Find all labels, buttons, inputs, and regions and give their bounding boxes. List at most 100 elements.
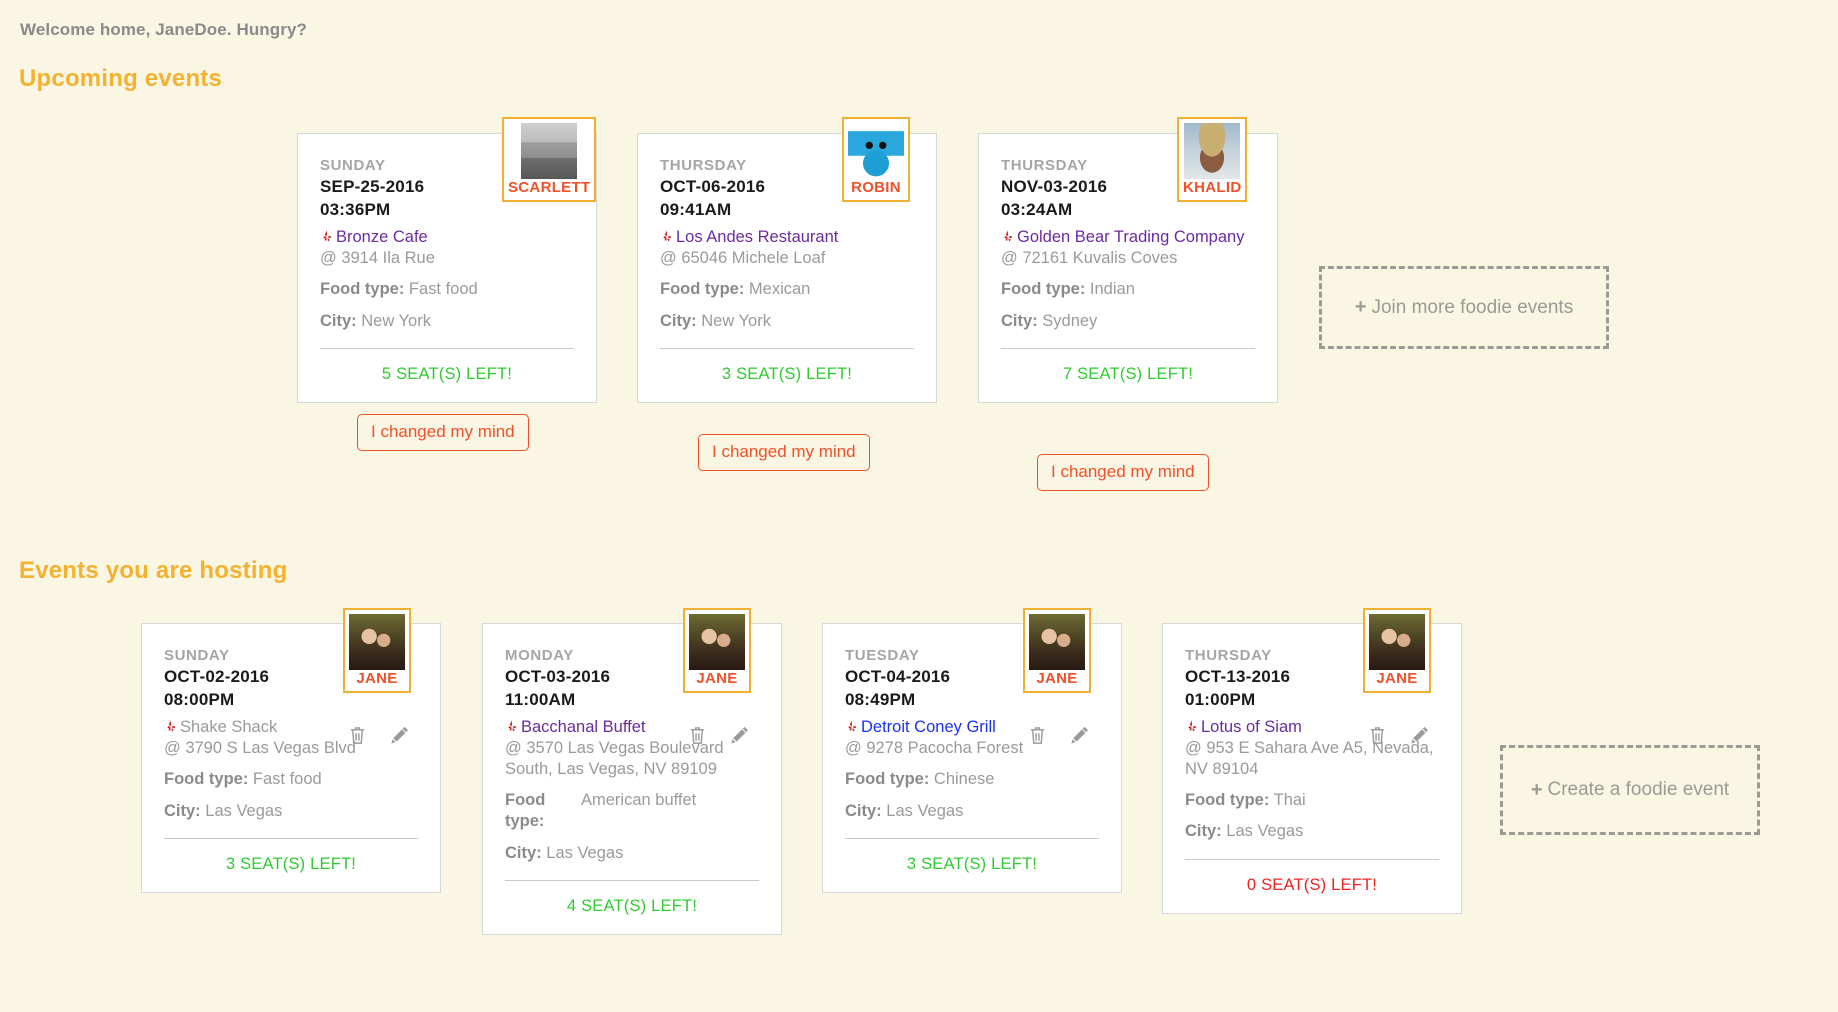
upcoming-events-title: Upcoming events	[19, 65, 223, 92]
seats-left: 0 SEAT(S) LEFT!	[1246, 875, 1378, 894]
host-name: JANE	[356, 670, 398, 687]
food-type-row: Food type: Chinese	[845, 769, 1099, 790]
city-value: Las Vegas	[546, 843, 624, 862]
restaurant-address: @ 72161 Kuvalis Coves	[1001, 249, 1178, 268]
host-badge[interactable]: ROBIN	[842, 117, 910, 202]
event-time: 03:24AM	[1001, 199, 1073, 219]
restaurant-link[interactable]: Bronze Cafe	[336, 228, 428, 246]
food-type-label: Food type:	[1185, 790, 1270, 809]
city-row: City: Sydney	[1001, 311, 1255, 332]
host-badge[interactable]: JANE	[1023, 608, 1091, 693]
edit-event-icon[interactable]	[389, 725, 410, 746]
city-value: Las Vegas	[886, 801, 964, 820]
yelp-icon	[660, 229, 675, 244]
i-changed-my-mind-button[interactable]: I changed my mind	[1037, 454, 1209, 491]
restaurant-link[interactable]: Bacchanal Buffet	[521, 718, 645, 736]
host-name: JANE	[1036, 670, 1078, 687]
food-type-label: Food type:	[660, 280, 745, 299]
food-type-label: Food type:	[845, 770, 930, 789]
delete-event-icon[interactable]	[348, 725, 367, 746]
seats-left: 7 SEAT(S) LEFT!	[1062, 364, 1194, 383]
yelp-icon	[1185, 719, 1200, 734]
food-type-value: Fast food	[408, 280, 478, 299]
food-type-value: Chinese	[933, 770, 995, 789]
restaurant-link[interactable]: Golden Bear Trading Company	[1017, 228, 1244, 246]
host-avatar	[1184, 123, 1241, 179]
event-actions	[1028, 725, 1090, 746]
food-type-value: American buffet	[581, 790, 697, 809]
i-changed-my-mind-button[interactable]: I changed my mind	[357, 414, 529, 451]
food-type-row: Food type: Fast food	[320, 279, 574, 300]
host-badge[interactable]: JANE	[683, 608, 751, 693]
yelp-icon	[1001, 229, 1016, 244]
food-type-row: Food type: Mexican	[660, 279, 914, 300]
host-name: ROBIN	[851, 179, 901, 196]
plus-icon: +	[1530, 778, 1543, 801]
i-changed-my-mind-button[interactable]: I changed my mind	[698, 434, 870, 471]
yelp-icon	[320, 229, 335, 244]
restaurant-link[interactable]: Los Andes Restaurant	[676, 228, 838, 246]
food-type-label: Food type:	[320, 280, 405, 299]
host-avatar	[349, 614, 405, 670]
host-avatar	[521, 123, 578, 179]
city-value: Sydney	[1042, 311, 1098, 330]
city-row: City: Las Vegas	[505, 843, 759, 864]
food-type-label: Food type:	[1001, 280, 1086, 299]
food-type-value: Fast food	[252, 770, 322, 789]
seats-left: 5 SEAT(S) LEFT!	[381, 364, 513, 383]
city-label: City:	[1185, 822, 1222, 841]
food-type-value: Mexican	[748, 280, 811, 299]
host-avatar	[1029, 614, 1085, 670]
city-label: City:	[1001, 311, 1038, 330]
restaurant-address: @ 65046 Michele Loaf	[660, 249, 826, 268]
city-value: Las Vegas	[205, 801, 283, 820]
restaurant-address: @ 3914 Ila Rue	[320, 249, 435, 268]
delete-event-icon[interactable]	[1028, 725, 1047, 746]
yelp-icon	[845, 719, 860, 734]
restaurant-line: Golden Bear Trading Company @ 72161 Kuval…	[1001, 227, 1255, 269]
seats-left: 3 SEAT(S) LEFT!	[906, 854, 1038, 873]
host-badge[interactable]: JANE	[343, 608, 411, 693]
city-value: New York	[701, 311, 771, 330]
city-value: New York	[361, 311, 431, 330]
food-type-row: Food type: Indian	[1001, 279, 1255, 300]
edit-event-icon[interactable]	[729, 725, 750, 746]
restaurant-line: Los Andes Restaurant @ 65046 Michele Loaf	[660, 227, 914, 269]
city-row: City: New York	[660, 311, 914, 332]
hosting-events-title: Events you are hosting	[19, 557, 288, 584]
host-name: SCARLETT	[508, 179, 591, 196]
city-label: City:	[164, 801, 201, 820]
host-name: JANE	[1376, 670, 1418, 687]
host-badge[interactable]: JANE	[1363, 608, 1431, 693]
create-event-button[interactable]: + Create a foodie event	[1500, 745, 1760, 835]
food-type-label: Food type:	[164, 770, 249, 789]
delete-event-icon[interactable]	[688, 725, 707, 746]
host-avatar	[848, 123, 904, 179]
food-type-row: Food type: Thai	[1185, 790, 1439, 811]
delete-event-icon[interactable]	[1368, 725, 1387, 746]
city-label: City:	[320, 311, 357, 330]
food-type-label: Food type:	[505, 790, 546, 831]
restaurant-link[interactable]: Detroit Coney Grill	[861, 718, 996, 736]
food-type-value: Thai	[1273, 790, 1306, 809]
seats-left: 3 SEAT(S) LEFT!	[721, 364, 853, 383]
city-row: City: Las Vegas	[845, 801, 1099, 822]
host-avatar	[1369, 614, 1425, 670]
host-name: KHALID	[1183, 179, 1242, 196]
host-avatar	[689, 614, 745, 670]
welcome-message: Welcome home, JaneDoe. Hungry?	[20, 20, 308, 39]
city-label: City:	[845, 801, 882, 820]
edit-event-icon[interactable]	[1069, 725, 1090, 746]
city-row: City: Las Vegas	[1185, 821, 1439, 842]
plus-icon: +	[1354, 296, 1367, 318]
restaurant-name: Shake Shack	[180, 718, 278, 737]
host-badge[interactable]: SCARLETT	[502, 117, 597, 202]
host-badge[interactable]: KHALID	[1177, 117, 1248, 202]
edit-event-icon[interactable]	[1409, 725, 1430, 746]
seats-left: 3 SEAT(S) LEFT!	[225, 854, 357, 873]
join-more-events-button[interactable]: + Join more foodie events	[1319, 266, 1609, 349]
event-time: 09:41AM	[660, 199, 732, 219]
yelp-icon	[505, 719, 520, 734]
restaurant-link[interactable]: Lotus of Siam	[1201, 718, 1302, 736]
city-value: Las Vegas	[1226, 822, 1304, 841]
